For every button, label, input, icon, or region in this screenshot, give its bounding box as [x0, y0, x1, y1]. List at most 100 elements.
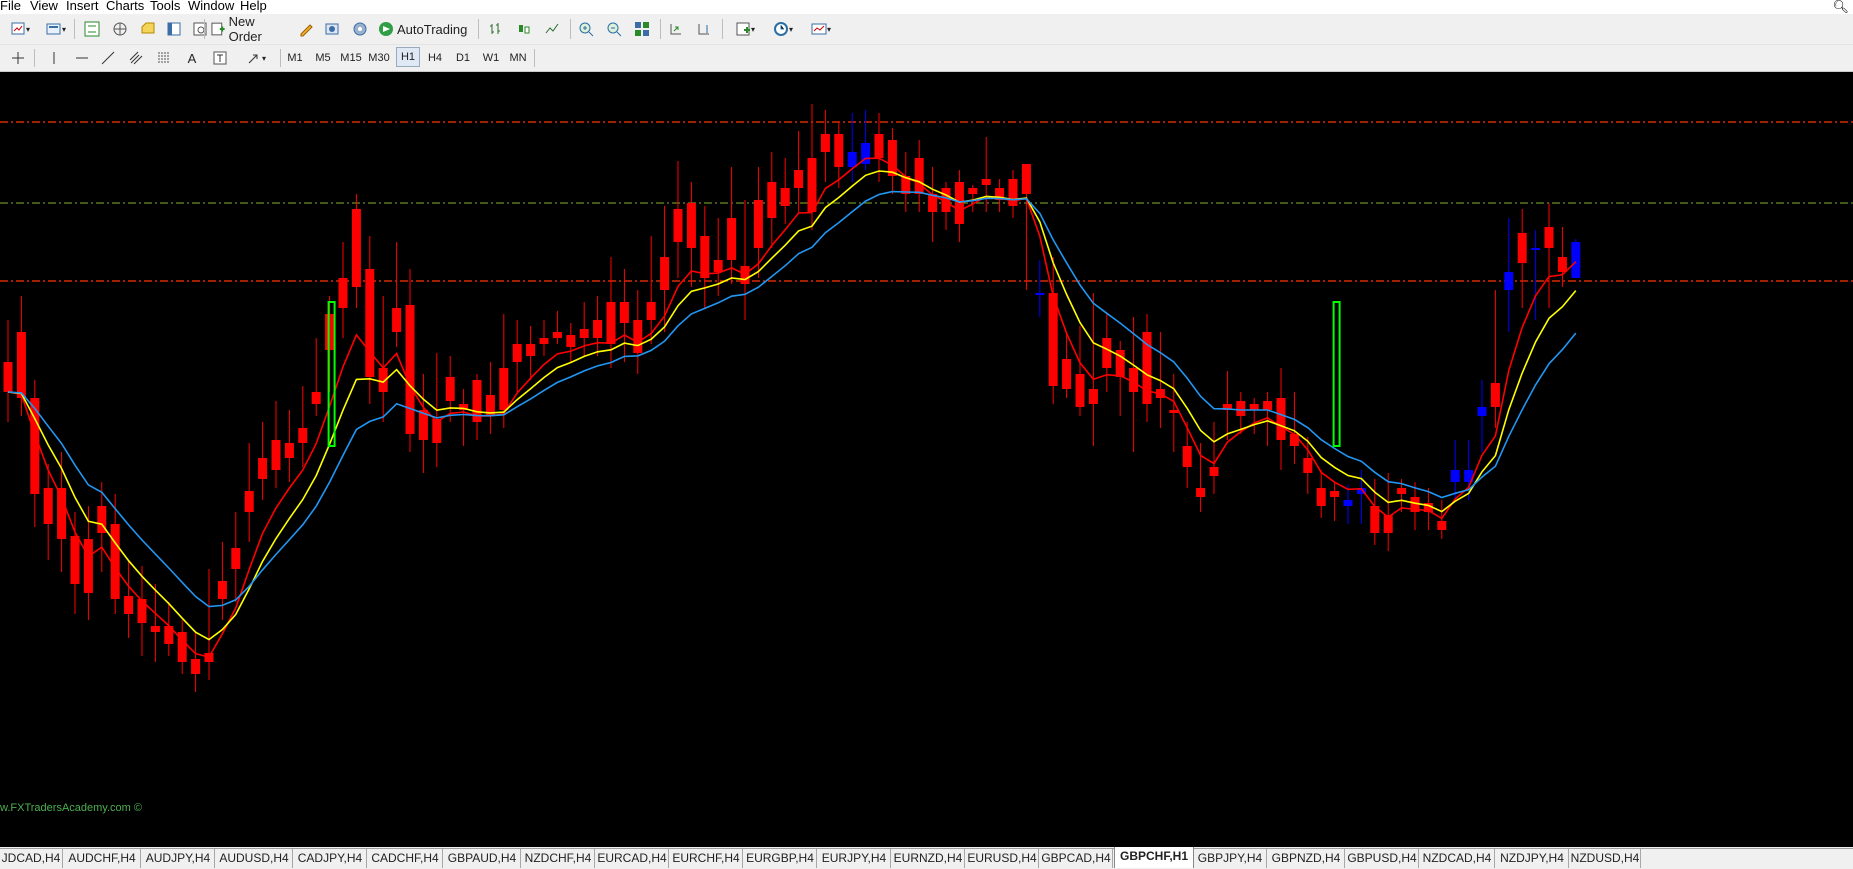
terminal-icon[interactable] [162, 18, 186, 40]
candle-body [834, 134, 844, 167]
chart-tab-eurchf-h4[interactable]: EURCHF,H4 [670, 849, 743, 868]
chart-tab-gbpaud-h4[interactable]: GBPAUD,H4 [444, 849, 521, 868]
chart-tab-nzdchf-h4[interactable]: NZDCHF,H4 [522, 849, 595, 868]
chart-tab-eurjpy-h4[interactable]: EURJPY,H4 [818, 849, 891, 868]
fibonacci-icon[interactable] [152, 47, 176, 69]
timeframe-w1[interactable]: W1 [480, 47, 502, 69]
candle-body [1035, 293, 1045, 295]
zoom-in-icon[interactable] [574, 18, 598, 40]
chart-tab-jdcad-h4[interactable]: JDCAD,H4 [0, 849, 63, 868]
new-order-button[interactable]: New Order [210, 14, 290, 44]
candle-body [1531, 248, 1541, 250]
timeframe-h4[interactable]: H4 [424, 47, 446, 69]
options-icon[interactable] [348, 18, 372, 40]
chart-tab-nzdcad-h4[interactable]: NZDCAD,H4 [1420, 849, 1495, 868]
candle-body [137, 599, 147, 623]
timeframe-d1[interactable]: D1 [452, 47, 474, 69]
chart-tab-audusd-h4[interactable]: AUDUSD,H4 [216, 849, 293, 868]
chart-tab-audchf-h4[interactable]: AUDCHF,H4 [64, 849, 141, 868]
text-icon[interactable]: A [180, 47, 204, 69]
chart-shift-icon[interactable] [692, 18, 716, 40]
timeframe-h1[interactable]: H1 [396, 47, 420, 67]
chart-tab-eurgbp-h4[interactable]: EURGBP,H4 [744, 849, 817, 868]
candle-body [1008, 179, 1018, 206]
zoom-out-icon[interactable] [602, 18, 626, 40]
candle-body [217, 581, 227, 599]
candle-body [1209, 467, 1219, 476]
arrows-icon[interactable]: ▾ [240, 47, 272, 69]
autoscroll-icon[interactable] [664, 18, 688, 40]
horizontal-line-icon[interactable] [70, 47, 94, 69]
candle-body [526, 344, 536, 356]
timeframe-m1[interactable]: M1 [284, 47, 306, 69]
chart-tab-gbpnzd-h4[interactable]: GBPNZD,H4 [1268, 849, 1345, 868]
new-chart-icon[interactable]: ▾ [2, 18, 38, 40]
candle-body [633, 320, 643, 353]
candle-body [1021, 164, 1031, 194]
metaeditor-icon[interactable] [294, 18, 318, 40]
chart-tab-eurusd-h4[interactable]: EURUSD,H4 [966, 849, 1039, 868]
menu-window[interactable]: Window [188, 0, 234, 14]
candlestick-icon[interactable] [512, 18, 536, 40]
candle-body [1504, 272, 1514, 290]
menu-view[interactable]: View [30, 0, 58, 14]
candle-body [445, 377, 455, 401]
trendline-icon[interactable] [96, 47, 120, 69]
chart-tab-gbpjpy-h4[interactable]: GBPJPY,H4 [1194, 849, 1267, 868]
timeframe-m15[interactable]: M15 [338, 47, 364, 69]
tile-windows-icon[interactable] [630, 18, 654, 40]
candle-body [660, 257, 670, 290]
chart-tab-gbpusd-h4[interactable]: GBPUSD,H4 [1346, 849, 1419, 868]
chart-tab-gbpcad-h4[interactable]: GBPCAD,H4 [1040, 849, 1113, 868]
templates-icon[interactable]: ▾ [804, 18, 838, 40]
chart-tab-nzdusd-h4[interactable]: NZDUSD,H4 [1570, 849, 1641, 868]
timeframe-m5[interactable]: M5 [312, 47, 334, 69]
indicators-icon[interactable]: ▾ [728, 18, 762, 40]
profiles-icon[interactable]: ▾ [40, 18, 72, 40]
autotrading-button[interactable]: AutoTrading [378, 18, 470, 40]
candle-body [579, 329, 589, 338]
bar-chart-icon[interactable] [484, 18, 508, 40]
chart-tab-nzdjpy-h4[interactable]: NZDJPY,H4 [1496, 849, 1569, 868]
candle-body [1249, 404, 1259, 410]
timeframe-mn[interactable]: MN [506, 47, 530, 69]
candle-body [392, 308, 402, 332]
equidistant-channel-icon[interactable] [124, 47, 148, 69]
candle-body [968, 188, 978, 194]
candle-body [284, 443, 294, 458]
candle-body [727, 218, 737, 260]
chart-tab-cadchf-h4[interactable]: CADCHF,H4 [368, 849, 443, 868]
history-center-icon[interactable] [320, 18, 344, 40]
toolbar-separator [34, 49, 35, 67]
text-label-icon[interactable] [208, 47, 232, 69]
chart-tab-eurnzd-h4[interactable]: EURNZD,H4 [892, 849, 965, 868]
chart-tab-eurcad-h4[interactable]: EURCAD,H4 [596, 849, 669, 868]
strategy-tester-icon[interactable] [188, 18, 212, 40]
menu-help[interactable]: Help [240, 0, 267, 14]
menu-charts[interactable]: Charts [106, 0, 144, 14]
menu-insert[interactable]: Insert [66, 0, 99, 14]
crosshair-icon[interactable] [6, 47, 30, 69]
candle-body [1477, 407, 1487, 416]
vertical-line-icon[interactable] [42, 47, 66, 69]
chart-tab-cadjpy-h4[interactable]: CADJPY,H4 [294, 849, 367, 868]
chart-tab-gbpchf-h1[interactable]: GBPCHF,H1 [1114, 847, 1194, 868]
search-icon[interactable]: 🔍︎ [1832, 0, 1849, 15]
candlestick-chart[interactable] [0, 72, 1853, 847]
candle-body [780, 188, 790, 206]
chart-tabs: JDCAD,H4 AUDCHF,H4 AUDJPY,H4 AUDUSD,H4 CADJP… [0, 847, 1853, 869]
candle-body [1182, 446, 1192, 467]
candle-body [1088, 389, 1098, 404]
menu-tools[interactable]: Tools [150, 0, 180, 14]
candle-body [1263, 401, 1273, 410]
price-chart[interactable]: w.FXTradersAcademy.com © [0, 72, 1853, 847]
market-watch-icon[interactable] [80, 18, 104, 40]
periods-icon[interactable]: ▾ [766, 18, 800, 40]
navigator-icon[interactable] [108, 18, 132, 40]
menu-file[interactable]: File [0, 0, 21, 14]
data-window-icon[interactable] [136, 18, 160, 40]
timeframe-m30[interactable]: M30 [366, 47, 392, 69]
chart-tab-audjpy-h4[interactable]: AUDJPY,H4 [142, 849, 215, 868]
line-chart-icon[interactable] [540, 18, 564, 40]
toolbar-separator [280, 49, 281, 67]
